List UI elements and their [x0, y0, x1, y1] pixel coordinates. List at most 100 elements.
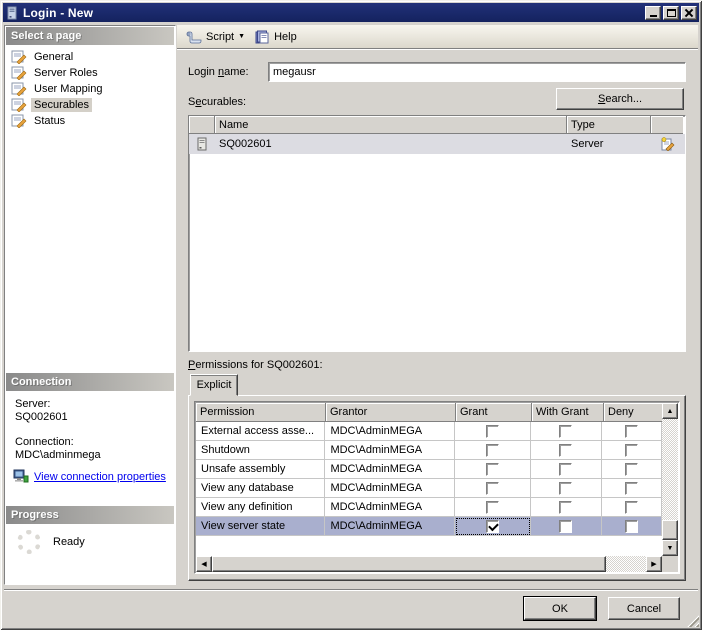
ok-button-label: OK	[552, 603, 568, 615]
permissions-grid-header: Permission Grantor Grant With Grant Deny	[196, 403, 664, 422]
grant-checkbox[interactable]	[486, 501, 499, 514]
grantor-cell: MDC\AdminMEGA	[325, 460, 454, 479]
connection-title: Connection	[11, 376, 72, 388]
deny-checkbox[interactable]	[625, 444, 638, 457]
grant-checkbox[interactable]	[486, 444, 499, 457]
permission-cell: Shutdown	[196, 441, 325, 460]
col-grant[interactable]: Grant	[456, 403, 532, 422]
with-grant-checkbox[interactable]	[559, 501, 572, 514]
permission-row[interactable]: Shutdown MDC\AdminMEGA	[196, 441, 662, 460]
footer-separator	[4, 589, 698, 591]
deny-checkbox[interactable]	[625, 425, 638, 438]
permission-row[interactable]: External access asse... MDC\AdminMEGA	[196, 422, 662, 441]
server-label: Server:	[15, 398, 50, 410]
deny-checkbox[interactable]	[625, 520, 638, 533]
edit-permissions-icon[interactable]	[660, 137, 675, 151]
grant-checkbox[interactable]	[486, 520, 499, 533]
view-connection-properties[interactable]: View connection properties	[13, 469, 166, 484]
sidebar-item-general[interactable]: General	[7, 49, 173, 65]
permissions-label: Permissions for SQ002601:	[188, 359, 323, 371]
cancel-button[interactable]: Cancel	[608, 597, 680, 620]
with-grant-checkbox[interactable]	[559, 520, 572, 533]
permission-row[interactable]: Unsafe assembly MDC\AdminMEGA	[196, 460, 662, 479]
permission-row[interactable]: View server state MDC\AdminMEGA	[196, 517, 662, 536]
sidebar-item-user-mapping[interactable]: User Mapping	[7, 81, 173, 97]
progress-spinner-icon	[17, 530, 41, 554]
title-bar[interactable]: Login - New	[3, 3, 699, 22]
securables-col-edit[interactable]	[651, 116, 683, 134]
col-permission[interactable]: Permission	[196, 403, 326, 422]
sidebar-item-label: Securables	[31, 98, 92, 112]
script-dropdown-icon[interactable]: ▼	[238, 33, 245, 40]
deny-checkbox[interactable]	[625, 501, 638, 514]
script-scroll-icon	[186, 30, 202, 44]
login-name-value: megausr	[273, 66, 316, 78]
vertical-scroll-thumb[interactable]	[662, 520, 678, 540]
securables-col-name[interactable]: Name	[215, 116, 567, 134]
window-title: Login - New	[23, 6, 93, 20]
sidebar-item-securables[interactable]: Securables	[7, 97, 173, 113]
with-grant-checkbox[interactable]	[559, 463, 572, 476]
server-icon	[197, 137, 207, 151]
grant-checkbox[interactable]	[486, 463, 499, 476]
permission-row[interactable]: View any definition MDC\AdminMEGA	[196, 498, 662, 517]
horizontal-scrollbar[interactable]: ◀ ▶	[196, 556, 662, 572]
securables-col-icon[interactable]	[189, 116, 215, 134]
scroll-down-button[interactable]: ▼	[662, 540, 678, 556]
with-grant-checkbox[interactable]	[559, 425, 572, 438]
grant-checkbox[interactable]	[486, 425, 499, 438]
securables-col-type[interactable]: Type	[567, 116, 651, 134]
with-grant-checkbox[interactable]	[559, 444, 572, 457]
col-deny[interactable]: Deny	[604, 403, 664, 422]
scroll-right-button[interactable]: ▶	[646, 556, 662, 572]
help-button[interactable]: Help	[250, 27, 302, 47]
select-a-page-header: Select a page	[6, 27, 174, 45]
help-label: Help	[274, 31, 297, 43]
sidebar-item-label: Status	[31, 114, 68, 128]
deny-checkbox[interactable]	[625, 482, 638, 495]
minimize-button[interactable]	[645, 6, 661, 20]
grantor-cell: MDC\AdminMEGA	[325, 517, 454, 536]
property-page-icon	[11, 50, 27, 64]
connection-label: Connection:	[15, 436, 74, 448]
property-page-icon	[11, 114, 27, 128]
securables-row-name: SQ002601	[215, 134, 567, 154]
with-grant-checkbox[interactable]	[559, 482, 572, 495]
col-grantor[interactable]: Grantor	[326, 403, 456, 422]
cancel-button-label: Cancel	[627, 603, 661, 615]
vertical-scrollbar[interactable]: ▲ ▼	[662, 403, 678, 556]
permission-cell: View server state	[196, 517, 325, 536]
scroll-right-icon: ▶	[651, 560, 656, 568]
permission-cell: View any database	[196, 479, 325, 498]
maximize-icon	[667, 9, 676, 17]
toolbar-separator	[177, 48, 698, 50]
scroll-up-button[interactable]: ▲	[662, 403, 678, 419]
col-with-grant[interactable]: With Grant	[532, 403, 604, 422]
connection-header: Connection	[6, 373, 174, 391]
grant-checkbox[interactable]	[486, 482, 499, 495]
script-button[interactable]: Script ▼	[181, 27, 250, 47]
grantor-cell: MDC\AdminMEGA	[325, 479, 454, 498]
sidebar-item-label: General	[31, 50, 76, 64]
sidebar-item-server-roles[interactable]: Server Roles	[7, 65, 173, 81]
horizontal-scroll-thumb[interactable]	[212, 556, 606, 572]
tab-explicit[interactable]: Explicit	[190, 374, 238, 396]
deny-checkbox[interactable]	[625, 463, 638, 476]
scrollbar-corner	[662, 556, 678, 572]
login-name-input[interactable]: megausr	[268, 62, 686, 82]
sidebar-item-status[interactable]: Status	[7, 113, 173, 129]
sidebar-item-label: User Mapping	[31, 82, 105, 96]
progress-title: Progress	[11, 509, 59, 521]
permission-row[interactable]: View any database MDC\AdminMEGA	[196, 479, 662, 498]
connection-value: MDC\adminmega	[15, 449, 101, 461]
maximize-button[interactable]	[663, 6, 679, 20]
resize-grip[interactable]	[686, 614, 699, 627]
view-connection-properties-link[interactable]: View connection properties	[34, 471, 166, 483]
permissions-rows: External access asse... MDC\AdminMEGA Sh…	[196, 422, 662, 536]
scroll-left-button[interactable]: ◀	[196, 556, 212, 572]
close-button[interactable]	[681, 6, 697, 20]
search-button[interactable]: Search...	[556, 88, 684, 110]
securables-row[interactable]: SQ002601 Server	[189, 134, 685, 154]
ok-button[interactable]: OK	[524, 597, 596, 620]
scroll-left-icon: ◀	[201, 560, 206, 568]
